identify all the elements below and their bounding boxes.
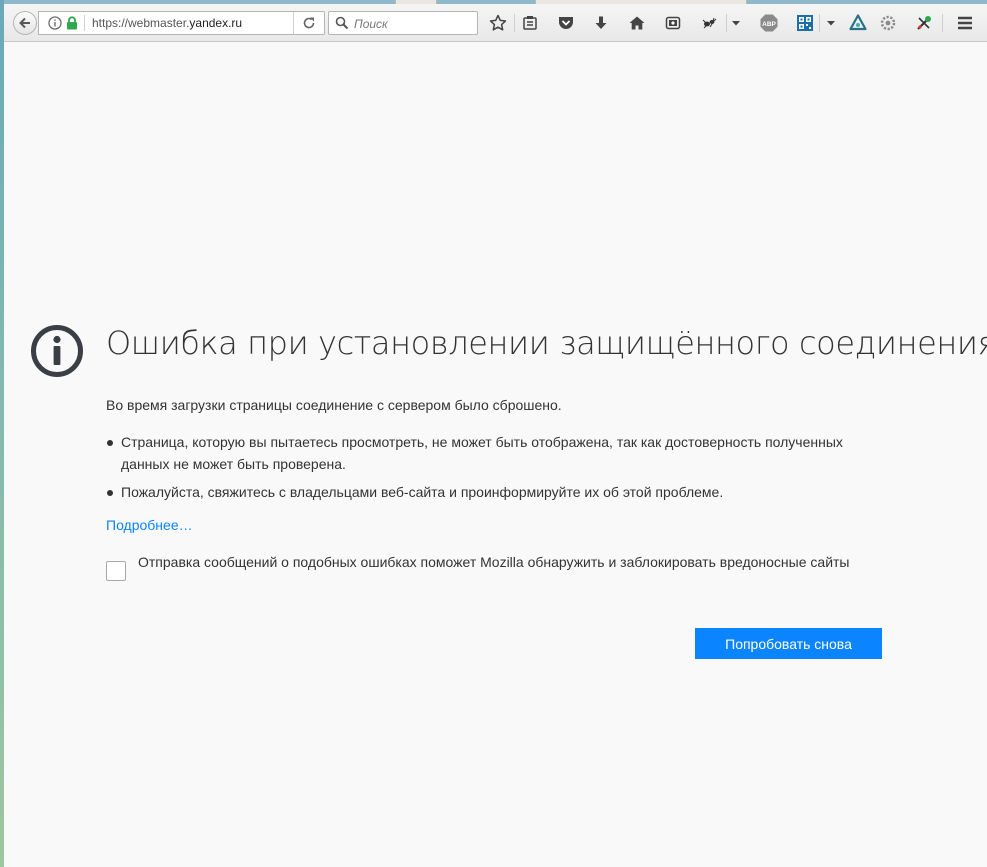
adblock-label: ABP bbox=[762, 21, 776, 28]
url-bar[interactable]: https://webmaster.yandex.ru bbox=[38, 11, 325, 35]
error-title: Ошибка при установлении защищённого соед… bbox=[106, 324, 987, 362]
error-description: Во время загрузки страницы соединение с … bbox=[106, 397, 562, 413]
home-icon[interactable] bbox=[626, 12, 648, 34]
screenshot-icon[interactable] bbox=[662, 12, 684, 34]
url-prefix: https://webmaster. bbox=[92, 16, 190, 30]
dropdown-arrow-icon[interactable] bbox=[822, 12, 840, 34]
report-errors-checkbox[interactable] bbox=[106, 561, 126, 581]
list-item: Пожалуйста, свяжитесь с владельцами веб-… bbox=[106, 481, 846, 503]
back-arrow-icon bbox=[19, 17, 30, 29]
report-errors-label[interactable]: Отправка сообщений о подобных ошибках по… bbox=[138, 551, 898, 573]
downloads-icon[interactable] bbox=[590, 12, 612, 34]
seo-gear-icon[interactable] bbox=[877, 12, 899, 34]
search-icon bbox=[335, 16, 349, 35]
ant-extension-icon[interactable] bbox=[699, 12, 721, 34]
tools-icon[interactable] bbox=[913, 12, 935, 34]
reload-button[interactable] bbox=[293, 12, 324, 34]
reading-list-icon[interactable] bbox=[519, 12, 541, 34]
hamburger-menu-icon[interactable] bbox=[954, 12, 976, 34]
window-frame-left bbox=[0, 0, 4, 867]
navigation-toolbar: https://webmaster.yandex.ru Поиск ABP bbox=[4, 4, 987, 42]
pocket-icon[interactable] bbox=[555, 12, 577, 34]
toolbar-separator bbox=[514, 14, 515, 32]
toolbar-separator bbox=[942, 14, 943, 32]
list-item: Страница, которую вы пытаетесь просмотре… bbox=[106, 431, 846, 475]
toolbar-separator bbox=[819, 14, 820, 32]
url-domain: yandex.ru bbox=[189, 16, 243, 30]
info-icon[interactable] bbox=[48, 16, 62, 35]
reload-icon bbox=[303, 17, 315, 29]
lock-icon[interactable] bbox=[66, 16, 78, 35]
learn-more-link[interactable]: Подробнее… bbox=[106, 517, 193, 533]
dropdown-arrow-icon[interactable] bbox=[727, 12, 745, 34]
info-circle-icon bbox=[30, 324, 84, 383]
bookmark-star-icon[interactable] bbox=[487, 12, 509, 34]
back-button[interactable] bbox=[13, 11, 37, 35]
url-text[interactable]: https://webmaster.yandex.ru bbox=[92, 16, 242, 30]
qr-code-icon[interactable] bbox=[794, 12, 816, 34]
search-placeholder: Поиск bbox=[354, 17, 388, 31]
shield-extension-icon[interactable] bbox=[847, 12, 869, 34]
try-again-button[interactable]: Попробовать снова bbox=[695, 628, 882, 659]
error-bullet-list: Страница, которую вы пытаетесь просмотре… bbox=[106, 431, 846, 509]
adblock-icon[interactable]: ABP bbox=[758, 12, 780, 34]
search-bar[interactable]: Поиск bbox=[328, 11, 478, 35]
error-page: Ошибка при установлении защищённого соед… bbox=[4, 42, 987, 867]
url-separator bbox=[84, 15, 85, 31]
